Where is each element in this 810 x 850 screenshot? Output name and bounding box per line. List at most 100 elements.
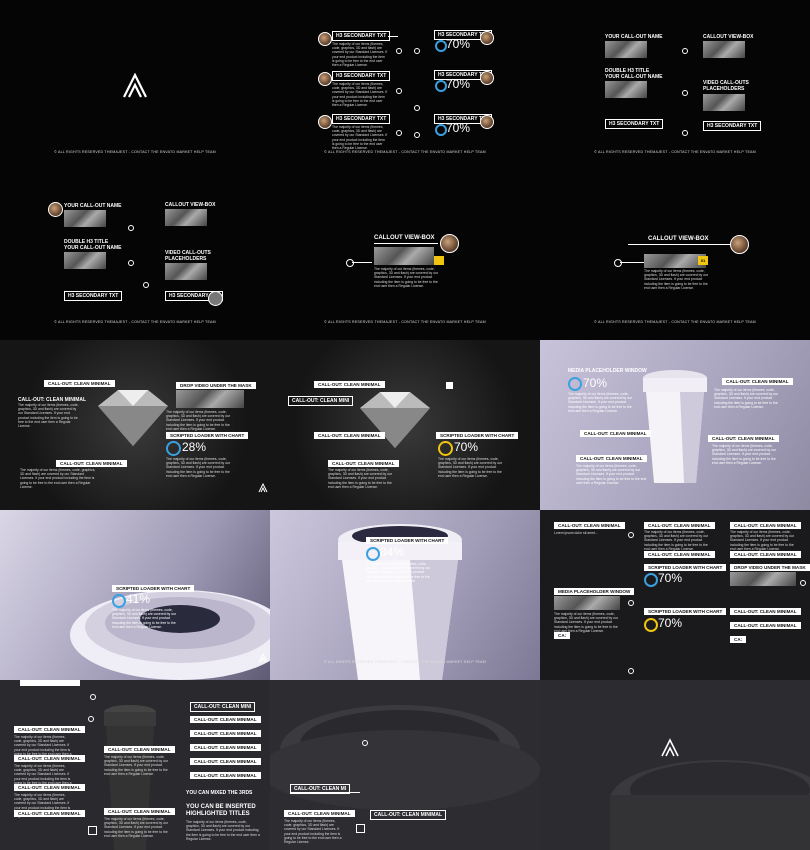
- highlight-title: YOU CAN BE INSERTED: [186, 804, 256, 810]
- callout-label: CALL-OUT: CLEAN MINIMAL: [190, 744, 261, 751]
- callout-label: CALL-OUT: CLEAN MINIMAL: [576, 455, 647, 462]
- connector-node[interactable]: [362, 740, 368, 746]
- avatar: [318, 32, 332, 46]
- slide-callout-viewbox[interactable]: CALLOUT VIEW-BOX The majority of our ite…: [270, 170, 540, 340]
- slide-callout-list-2[interactable]: YOUR CALL-OUT NAME DOUBLE H3 TITLE YOUR …: [0, 170, 270, 340]
- connector-node[interactable]: [628, 532, 634, 538]
- callout-label: SCRIPTED LOADER WITH CHART: [436, 432, 519, 439]
- slide-callout-viewbox-2[interactable]: CALLOUT VIEW-BOX 01 The majority of our …: [540, 170, 810, 340]
- connector-node[interactable]: [628, 668, 634, 674]
- connector-node[interactable]: [414, 132, 420, 138]
- placeholders-title: PLACEHOLDERS: [703, 86, 745, 92]
- callout-label: CALL-OUT: CLEAN MINIMAL: [14, 755, 85, 762]
- slide-cup-84[interactable]: SCRIPTED LOADER WITH CHART 84% The major…: [270, 510, 540, 680]
- callout-label: CALL-OUT: CLEAN MINIMAL: [190, 772, 261, 779]
- body-text: The majority of our items (themes, code,…: [284, 819, 342, 845]
- connector-node[interactable]: [128, 260, 134, 266]
- thumbnail-image: [165, 263, 207, 280]
- body-text: The majority of our items (themes, code,…: [374, 267, 439, 288]
- slide-cup-lid[interactable]: SCRIPTED LOADER WITH CHART 41% The major…: [0, 510, 270, 680]
- slide-dark-cup-list[interactable]: CALL-OUT: CLEAN MINIMAL The majority of …: [0, 680, 270, 850]
- connector-node[interactable]: [396, 88, 402, 94]
- callout-label: CALL-OUT: CLEAN MINIMAL: [730, 608, 801, 615]
- body-text: The majority of our items (themes, code,…: [712, 444, 777, 465]
- callout-viewbox-title: CALLOUT VIEW-BOX: [165, 202, 216, 208]
- square-marker: [88, 826, 97, 835]
- slide-diamond-2[interactable]: CALL-OUT: CLEAN MINIMAL CALL-OUT: CLEAN …: [270, 340, 540, 510]
- connector-node[interactable]: [396, 48, 402, 54]
- callout-label: CALL-OUT: CLEAN MINIMAL: [644, 551, 715, 558]
- connector-node[interactable]: [88, 716, 94, 722]
- thumbnail-image: [644, 254, 706, 268]
- footer-text: © ALL RIGHTS RESERVED THEMAJEST - CONTAC…: [594, 150, 756, 154]
- slide-dark-lid[interactable]: CALL-OUT: CLEAN MI CALL-OUT: CLEAN MINIM…: [270, 680, 540, 850]
- divider-line: [374, 243, 438, 244]
- percent-value: 28%: [182, 440, 207, 454]
- callout-label: CALL-OUT: CLEAN MINIMAL: [190, 758, 261, 765]
- connector-node[interactable]: [628, 600, 634, 606]
- thumbnail-image: [374, 247, 434, 265]
- square-marker: [356, 824, 365, 833]
- slide-secondary-grid[interactable]: H3 SECONDARY TXT The majority of our ite…: [270, 0, 540, 170]
- callout-label: CALL-OUT: CLEAN MINIMAL: [314, 381, 385, 388]
- connector-node[interactable]: [682, 90, 688, 96]
- callout-label: SCRIPTED LOADER WITH CHART: [644, 608, 727, 615]
- connector-node[interactable]: [128, 225, 134, 231]
- callout-label: CALL-OUT: CLEAN MINIMAL: [56, 460, 127, 467]
- callout-label: CALL-OUT: CLEAN MINIMAL: [644, 522, 715, 529]
- mixed-title: YOU CAN MIXED THE 3RDS: [186, 790, 253, 796]
- callout-label: CALL-OUT: CLEAN MINIMAL: [722, 378, 793, 385]
- callout-box: CALL-OUT: CLEAN MINI: [288, 396, 354, 406]
- callout-label: CALL-OUT: CLEAN MINIMAL: [554, 522, 625, 529]
- connector-node[interactable]: [414, 105, 420, 111]
- callout-label: CALL-OUT: CLEAN MINIMAL: [190, 730, 261, 737]
- progress-ring: [166, 441, 181, 456]
- highlight-title: HIGHLIGHTED TITLES: [186, 811, 250, 817]
- connector-node[interactable]: [143, 282, 149, 288]
- avatar: [730, 235, 749, 254]
- body-text: The majority of our items (themes, code,…: [714, 388, 779, 409]
- callout-label: CALL-OUT: CLEAN MINIMAL: [328, 460, 399, 467]
- slide-multi-callouts[interactable]: CALL-OUT: CLEAN MINIMAL Lorem ipsum dolo…: [540, 510, 810, 680]
- square-marker: [446, 382, 453, 389]
- connector-node[interactable]: [614, 259, 622, 267]
- callout-box: CALL-OUT: CLEAN MINIMAL: [370, 810, 447, 820]
- connector-node[interactable]: [800, 580, 806, 586]
- slide-callout-list[interactable]: YOUR CALL-OUT NAME DOUBLE H3 TITLE YOUR …: [540, 0, 810, 170]
- connector-node[interactable]: [396, 130, 402, 136]
- connector-node[interactable]: [90, 694, 96, 700]
- body-text: The majority of our items (themes, code,…: [576, 464, 647, 485]
- connector-line: [352, 262, 372, 263]
- avatar: [208, 291, 223, 306]
- yellow-badge: [434, 256, 444, 265]
- slide-diamond[interactable]: CALL-OUT: CLEAN MINIMAL CALL-OUT: CLEAN …: [0, 340, 270, 510]
- footer-text: © ALL RIGHTS RESERVED THEMAJEST - CONTAC…: [324, 660, 486, 664]
- dark-cup-image: [610, 760, 810, 850]
- percent-value: 70%: [658, 616, 683, 630]
- slide-cup[interactable]: MEDIA PLACEHOLDER WINDOW 70% The majorit…: [540, 340, 810, 510]
- slide-dark-end[interactable]: [540, 680, 810, 850]
- percent-value: 70%: [454, 440, 479, 454]
- callout-name-title: YOUR CALL-OUT NAME: [64, 203, 122, 209]
- callout-label: CA:: [730, 636, 747, 643]
- footer-text: © ALL RIGHTS RESERVED THEMAJEST - CONTAC…: [54, 320, 216, 324]
- percent-value: 70%: [583, 376, 608, 390]
- connector-node[interactable]: [414, 48, 420, 54]
- placeholders-title: PLACEHOLDERS: [165, 256, 207, 262]
- connector-node[interactable]: [682, 48, 688, 54]
- callout-label: SCRIPTED LOADER WITH CHART: [644, 564, 727, 571]
- callout-name-title: YOUR CALL-OUT NAME: [605, 74, 663, 80]
- connector-node[interactable]: [346, 259, 354, 267]
- body-text: The majority of our items (themes, code,…: [166, 457, 231, 478]
- progress-ring: [644, 618, 658, 632]
- brand-logo-icon: [661, 738, 679, 757]
- progress-ring: [568, 377, 582, 391]
- lorem-text: Lorem ipsum dolor sit amet...: [554, 531, 598, 535]
- connector-node[interactable]: [682, 130, 688, 136]
- percent-value: 70%: [446, 77, 471, 91]
- body-text: The majority of our items (themes, code,…: [112, 608, 177, 629]
- callout-label: CALL-OUT: CLEAN MINIMAL: [104, 746, 175, 753]
- slide-logo[interactable]: © ALL RIGHTS RESERVED THEMAJEST - CONTAC…: [0, 0, 270, 170]
- callout-label: CALL-OUT: CLEAN MINIMAL: [104, 808, 175, 815]
- body-text: The majority of our items (themes, code,…: [644, 530, 709, 551]
